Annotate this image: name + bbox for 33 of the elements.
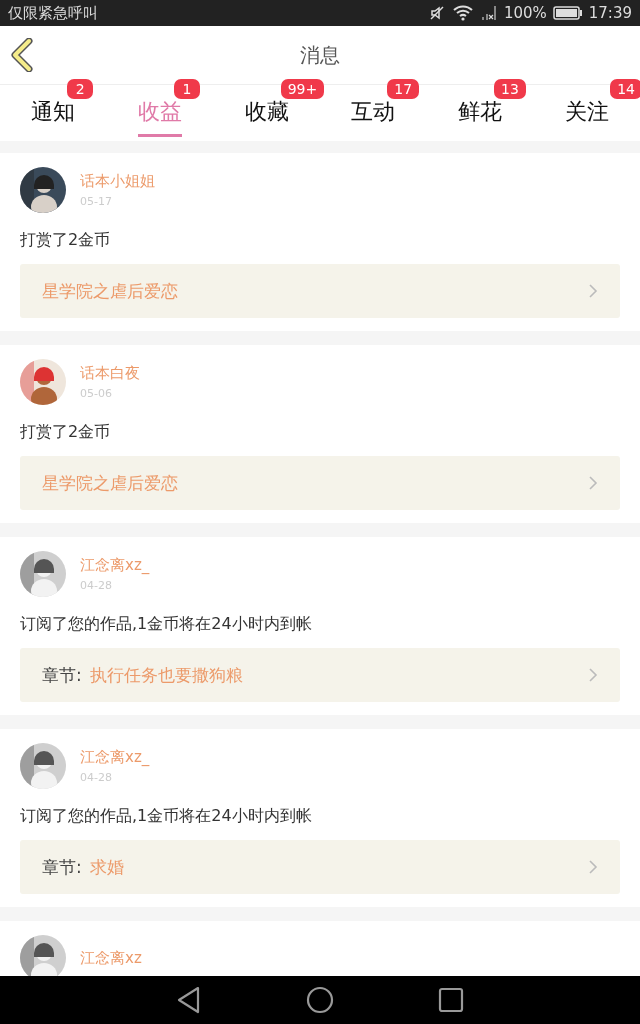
message-text: 订阅了您的作品,1金币将在24小时内到帐 [20, 614, 313, 635]
user-name: 江念离xz [80, 948, 142, 968]
count-badge: 17 [387, 79, 420, 99]
count-badge: 13 [494, 79, 526, 99]
chevron-right-icon [588, 283, 598, 299]
count-badge: 14 [610, 79, 640, 99]
wifi-icon [451, 4, 474, 22]
back-button[interactable] [10, 38, 34, 72]
carrier-text: 仅限紧急呼叫 [8, 3, 98, 23]
user-name: 江念离xz_ [80, 748, 150, 767]
work-link[interactable]: 章节: 求婚 [20, 840, 620, 894]
battery-text: 100% [503, 4, 547, 22]
page-title: 消息 [300, 41, 340, 69]
back-icon[interactable] [176, 986, 202, 1014]
count-badge: 99+ [280, 79, 325, 99]
chevron-right-icon [588, 859, 598, 875]
chevron-right-icon [588, 475, 598, 491]
message-text: 打赏了2金币 [20, 230, 112, 251]
battery-icon [552, 5, 583, 21]
user-name: 话本白夜 [80, 364, 140, 383]
count-badge: 2 [67, 79, 94, 99]
chevron-right-icon [588, 667, 598, 683]
count-badge: 1 [174, 79, 200, 99]
user-name: 话本小姐姐 [80, 172, 155, 191]
work-link[interactable]: 章节: 执行任务也要撒狗粮 [20, 648, 620, 702]
signal-icon [479, 4, 498, 22]
user-name: 江念离xz_ [80, 556, 150, 575]
message-text: 打赏了2金币 [20, 422, 112, 443]
clock-text: 17:39 [588, 4, 632, 22]
home-icon[interactable] [306, 986, 334, 1014]
tab[interactable]: 关注 [564, 85, 609, 137]
message-text: 订阅了您的作品,1金币将在24小时内到帐 [20, 806, 313, 827]
recents-icon[interactable] [438, 987, 464, 1013]
